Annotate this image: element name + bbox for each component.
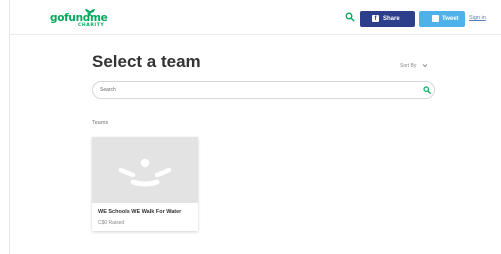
tweet-button-label: Tweet bbox=[442, 16, 459, 22]
top-header: gofundme CHARITY f Share Tweet Sign in bbox=[10, 0, 501, 35]
team-search-box bbox=[92, 81, 435, 99]
search-icon[interactable] bbox=[345, 12, 355, 22]
team-raised-amount: C$0 Raised bbox=[98, 220, 125, 226]
gofundme-charity-logo[interactable]: gofundme CHARITY bbox=[50, 8, 110, 30]
page-edge bbox=[9, 0, 10, 254]
team-name: WE Schools WE Walk For Water bbox=[98, 209, 182, 215]
search-icon[interactable] bbox=[423, 86, 431, 94]
team-placeholder-image bbox=[92, 137, 198, 203]
twitter-icon bbox=[432, 15, 439, 22]
sort-by-label: Sort By bbox=[400, 63, 417, 69]
placeholder-people-icon bbox=[118, 158, 172, 187]
share-button[interactable]: f Share bbox=[360, 11, 415, 27]
chevron-down-icon bbox=[422, 64, 428, 68]
tweet-button[interactable]: Tweet bbox=[419, 11, 465, 27]
logo-subtitle: CHARITY bbox=[78, 23, 105, 28]
page-title: Select a team bbox=[92, 52, 201, 71]
team-search-input[interactable] bbox=[100, 82, 400, 98]
teams-section-label: Teams bbox=[92, 120, 109, 126]
sort-by-dropdown[interactable]: Sort By bbox=[400, 63, 428, 69]
facebook-icon: f bbox=[372, 15, 379, 22]
team-card[interactable]: WE Schools WE Walk For Water C$0 Raised bbox=[92, 137, 198, 231]
sign-in-link[interactable]: Sign in bbox=[469, 15, 486, 21]
share-button-label: Share bbox=[383, 16, 400, 22]
